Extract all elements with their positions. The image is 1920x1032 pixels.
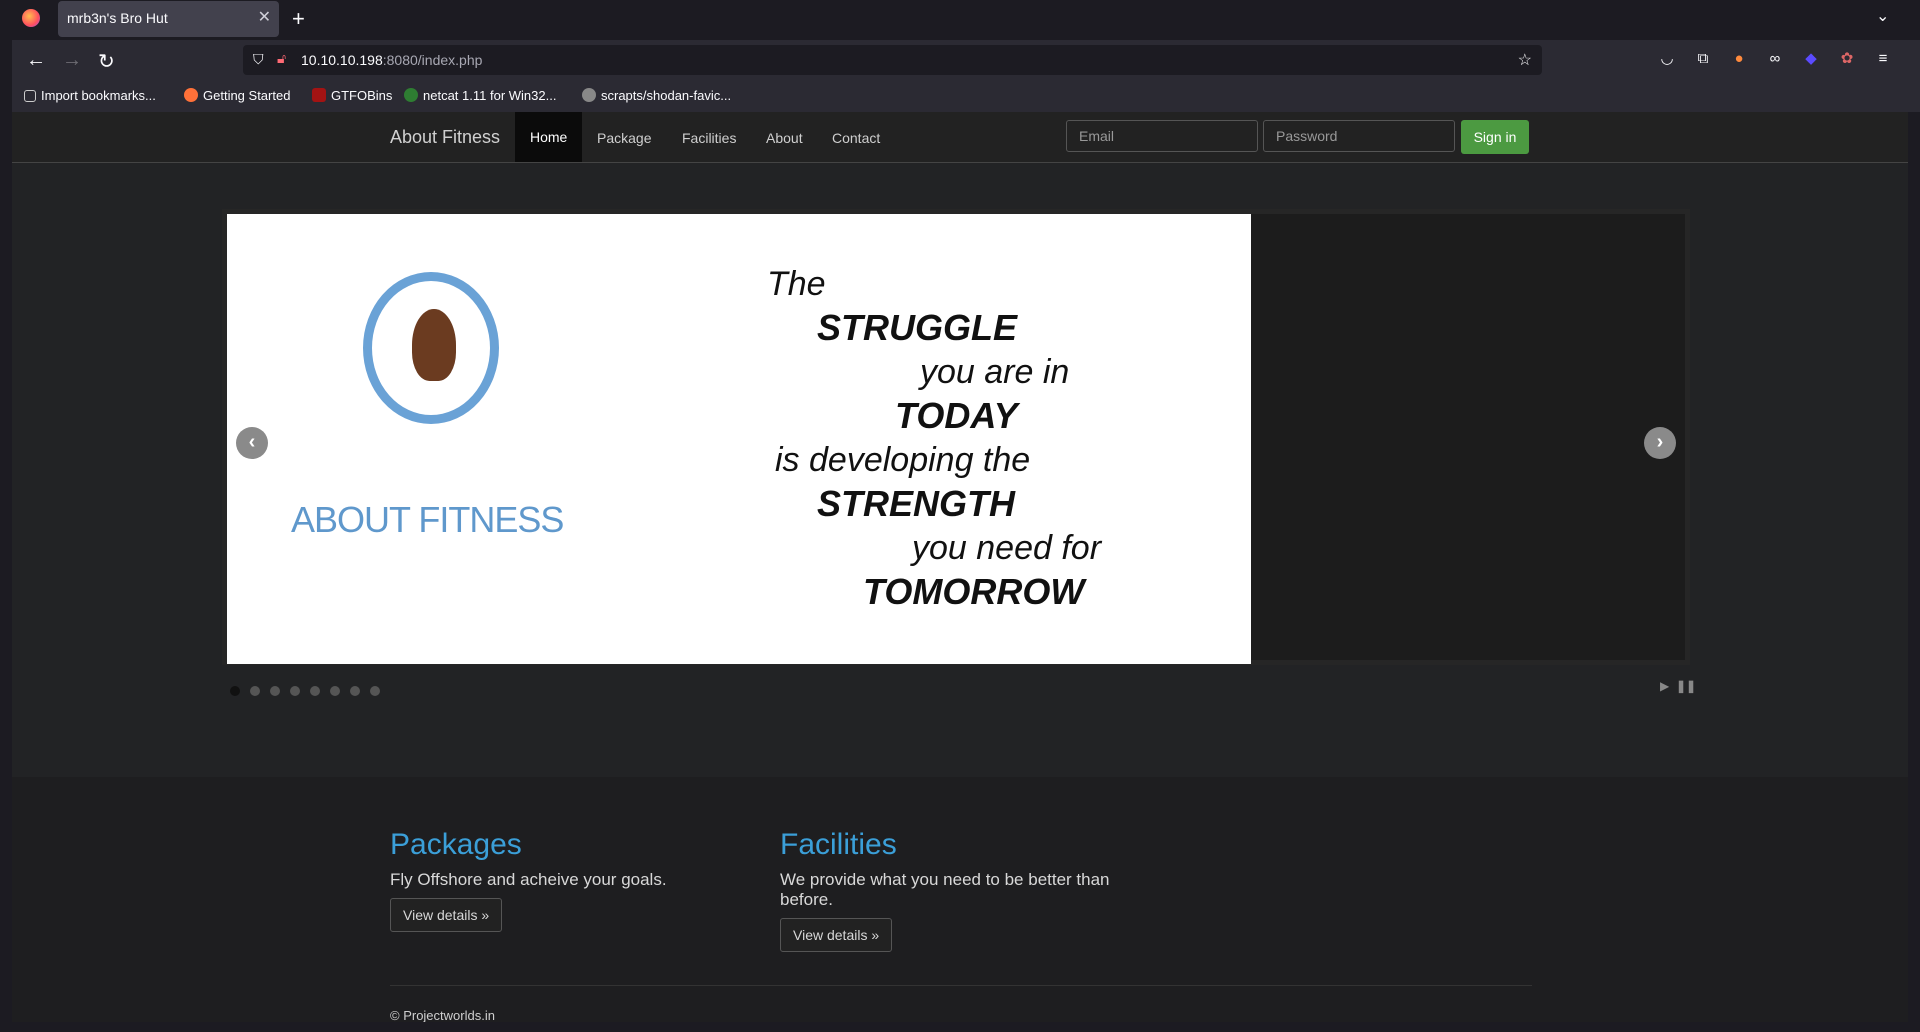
- carousel-slide: ABOUT FITNESS The STRUGGLE you are in TO…: [227, 214, 1251, 664]
- insecure-lock-icon[interactable]: 🔓︎: [277, 50, 286, 67]
- section-text: Fly Offshore and acheive your goals.: [390, 870, 667, 889]
- about-fitness-logo: [363, 272, 499, 424]
- firefox-icon[interactable]: [22, 9, 40, 27]
- pause-icon[interactable]: ❚❚: [1676, 679, 1696, 693]
- diamond-extension-icon[interactable]: ◆: [1802, 50, 1820, 68]
- back-icon[interactable]: ←: [26, 49, 46, 72]
- image-carousel: ABOUT FITNESS The STRUGGLE you are in TO…: [222, 209, 1690, 665]
- carousel-prev-button[interactable]: ‹: [236, 427, 268, 459]
- navigation-toolbar: ← → ↻ ⛉ 🔓︎ 10.10.10.198:8080/index.php ☆…: [12, 40, 1920, 80]
- github-icon: [582, 88, 596, 102]
- url-path: :8080/index.php: [382, 52, 483, 68]
- carousel-dot[interactable]: [330, 686, 340, 696]
- import-icon: [24, 90, 36, 102]
- carousel-dot[interactable]: [350, 686, 360, 696]
- packages-section: Packages Fly Offshore and acheive your g…: [390, 828, 750, 932]
- carousel-dot[interactable]: [270, 686, 280, 696]
- nav-facilities[interactable]: Facilities: [682, 130, 736, 146]
- chevron-down-icon[interactable]: ⌄: [1876, 6, 1889, 26]
- sign-in-button[interactable]: Sign in: [1461, 120, 1529, 154]
- quote-line: TODAY: [895, 395, 1018, 436]
- tab-title: mrb3n's Bro Hut: [67, 10, 168, 26]
- firefox-icon: [184, 88, 198, 102]
- quote-line: TOMORROW: [863, 571, 1085, 612]
- facilities-section: Facilities We provide what you need to b…: [780, 828, 1140, 952]
- menu-icon[interactable]: ≡: [1874, 50, 1892, 68]
- brand-link[interactable]: About Fitness: [390, 127, 500, 148]
- password-field[interactable]: Password: [1263, 120, 1455, 152]
- quote-line: STRUGGLE: [817, 307, 1018, 348]
- bookmark-label: scrapts/shodan-favic...: [601, 88, 732, 103]
- carousel-dot[interactable]: [250, 686, 260, 696]
- new-tab-icon[interactable]: +: [292, 6, 305, 32]
- bookmark-shodan-favicon[interactable]: scrapts/shodan-favic...: [582, 88, 731, 103]
- page-content: About Fitness Home Package Facilities Ab…: [12, 112, 1908, 1022]
- quote-line: is developing the: [775, 441, 1031, 479]
- bookmark-getting-started[interactable]: Getting Started: [184, 88, 290, 103]
- bookmark-gtfobins[interactable]: GTFOBins: [312, 88, 392, 103]
- carousel-dot[interactable]: [230, 686, 240, 696]
- section-text: We provide what you need to be better th…: [780, 870, 1110, 909]
- carousel-dot[interactable]: [290, 686, 300, 696]
- footer-copyright: © Projectworlds.in: [390, 1008, 495, 1022]
- quote-line: STRENGTH: [817, 483, 1015, 524]
- carousel-dot[interactable]: [370, 686, 380, 696]
- quote-line: you are in: [920, 353, 1070, 391]
- url-bar[interactable]: ⛉ 🔓︎ 10.10.10.198:8080/index.php ☆: [243, 45, 1542, 75]
- section-title: Facilities: [780, 828, 897, 861]
- nav-home[interactable]: Home: [515, 112, 583, 162]
- url-text[interactable]: 10.10.10.198:8080/index.php: [301, 52, 482, 68]
- nav-about[interactable]: About: [766, 130, 803, 146]
- quote-line: The: [767, 265, 826, 303]
- url-host: 10.10.10.198: [301, 52, 383, 68]
- bookmark-netcat[interactable]: netcat 1.11 for Win32...: [404, 88, 556, 103]
- quote-text: The STRUGGLE you are in TODAY is develop…: [767, 262, 1147, 614]
- forward-icon[interactable]: →: [62, 49, 82, 72]
- bookmark-label: Import bookmarks...: [41, 88, 156, 103]
- footer-divider: [390, 985, 1532, 986]
- view-details-button[interactable]: View details »: [780, 918, 893, 952]
- bookmark-label: GTFOBins: [331, 88, 393, 103]
- bookmark-import[interactable]: Import bookmarks...: [24, 88, 156, 103]
- quote-line: you need for: [912, 529, 1102, 567]
- palette-extension-icon[interactable]: ✿: [1838, 50, 1856, 68]
- shield-icon[interactable]: ⛉: [253, 51, 264, 68]
- logo-text: ABOUT FITNESS: [291, 499, 564, 540]
- carousel-next-button[interactable]: ›: [1644, 427, 1676, 459]
- site-navbar: About Fitness Home Package Facilities Ab…: [12, 112, 1908, 163]
- carousel-indicators: [230, 683, 390, 701]
- star-icon[interactable]: ☆: [1518, 50, 1532, 70]
- netcat-icon: [404, 88, 418, 102]
- nav-package[interactable]: Package: [597, 130, 651, 146]
- bookmarks-toolbar: Import bookmarks... Getting Started GTFO…: [12, 80, 1920, 112]
- tab-bar: mrb3n's Bro Hut ✕ + ⌄: [0, 0, 1920, 40]
- reload-icon[interactable]: ↻: [98, 49, 115, 74]
- extensions-icon[interactable]: ⧉: [1694, 50, 1712, 68]
- cookie-extension-icon[interactable]: ●: [1730, 50, 1748, 68]
- gtfobins-icon: [312, 88, 326, 102]
- close-icon[interactable]: ✕: [258, 7, 271, 27]
- bookmark-label: netcat 1.11 for Win32...: [423, 88, 557, 103]
- yoga-figure-icon: [412, 309, 456, 381]
- view-details-button[interactable]: View details »: [390, 898, 503, 932]
- carousel-dot[interactable]: [310, 686, 320, 696]
- pocket-icon[interactable]: ◡: [1658, 50, 1676, 68]
- glasses-extension-icon[interactable]: ∞: [1766, 50, 1784, 68]
- play-icon[interactable]: ▶: [1660, 679, 1669, 693]
- email-field[interactable]: Email: [1066, 120, 1258, 152]
- tab-active[interactable]: mrb3n's Bro Hut ✕: [58, 1, 279, 37]
- bookmark-label: Getting Started: [203, 88, 291, 103]
- nav-contact[interactable]: Contact: [832, 130, 880, 146]
- section-title: Packages: [390, 828, 522, 861]
